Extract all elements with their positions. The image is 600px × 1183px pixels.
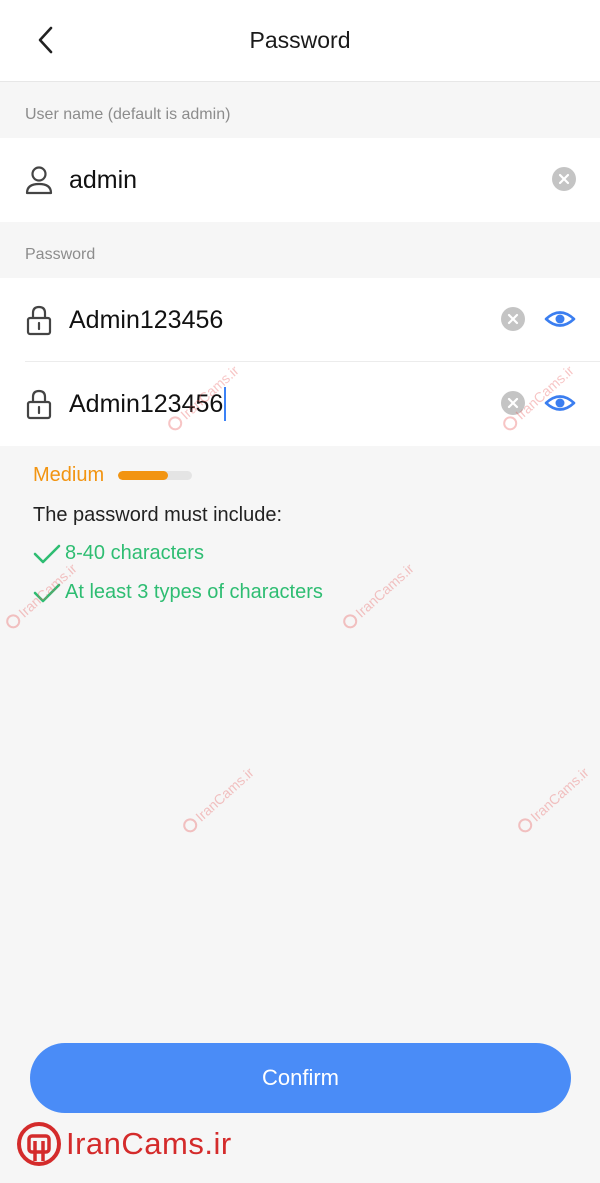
watermark: IranCams.ir bbox=[515, 764, 592, 836]
password-section-label: Password bbox=[25, 246, 96, 263]
strength-label: Medium bbox=[33, 464, 105, 486]
check-icon bbox=[33, 544, 61, 563]
password-strength: Medium bbox=[33, 464, 193, 487]
requirement-item: At least 3 types of characters bbox=[33, 581, 323, 604]
brand-text: IranCams.ir bbox=[66, 1126, 232, 1161]
username-field[interactable]: admin bbox=[0, 138, 600, 222]
requirement-item: 8-40 characters bbox=[33, 542, 204, 565]
clear-password-icon[interactable] bbox=[500, 306, 526, 332]
confirm-button[interactable]: Confirm bbox=[30, 1043, 571, 1113]
page-title: Password bbox=[249, 27, 351, 53]
requirements-title: The password must include: bbox=[33, 504, 283, 526]
watermark: IranCams.ir bbox=[340, 560, 417, 632]
clear-username-icon[interactable] bbox=[551, 166, 577, 192]
show-password-eye-icon[interactable] bbox=[544, 306, 576, 332]
text-caret bbox=[224, 387, 227, 421]
brand-logo: IranCams.ir bbox=[16, 1121, 232, 1167]
watermark: IranCams.ir bbox=[180, 764, 257, 836]
password-value[interactable]: Admin123456 bbox=[69, 305, 223, 335]
lock-icon bbox=[26, 389, 52, 420]
user-icon bbox=[25, 166, 53, 195]
strength-bar-fill bbox=[118, 471, 169, 480]
requirement-text: 8-40 characters bbox=[65, 542, 204, 564]
app-header: Password bbox=[0, 0, 600, 82]
username-value[interactable]: admin bbox=[69, 165, 137, 195]
username-section-label: User name (default is admin) bbox=[25, 106, 231, 123]
strength-bar bbox=[118, 471, 193, 480]
camera-logo-icon bbox=[17, 1122, 61, 1166]
requirement-text: At least 3 types of characters bbox=[65, 581, 323, 603]
lock-icon bbox=[26, 305, 52, 336]
